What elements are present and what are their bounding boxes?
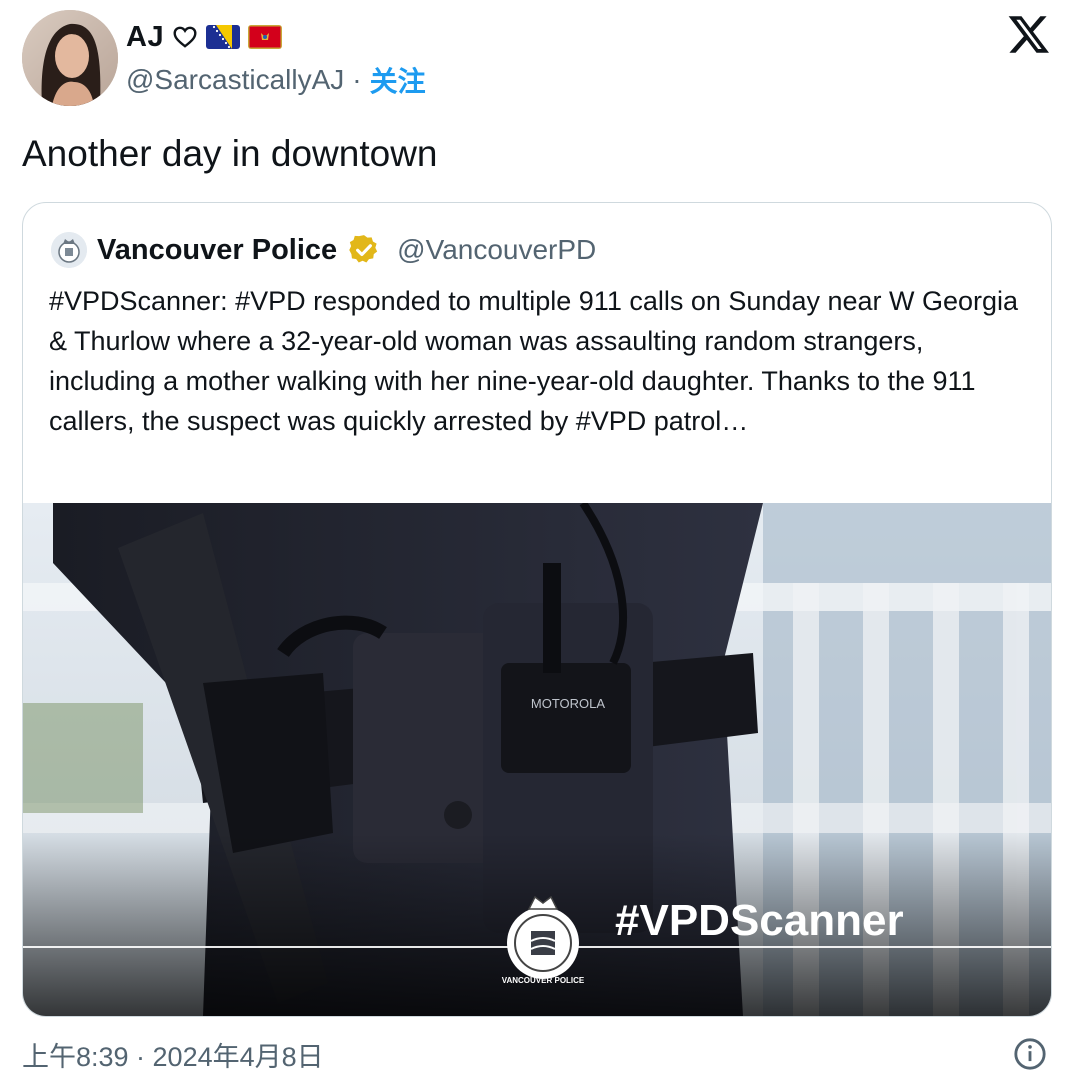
info-icon[interactable]: [1013, 1037, 1047, 1071]
author-display-name[interactable]: AJ: [126, 21, 164, 54]
verified-badge-icon: [349, 235, 378, 263]
quoted-tweet-image[interactable]: MOTOROLA VANCOUVER POLICE #VPDScanner: [23, 503, 1052, 1016]
x-logo-icon[interactable]: [1006, 12, 1052, 56]
heart-outline-icon: [173, 26, 197, 48]
author-name-row: AJ: [126, 18, 283, 56]
quoted-handle[interactable]: @VancouverPD: [397, 234, 596, 266]
montenegro-flag-icon: [248, 25, 283, 49]
vpdscanner-overlay-text: #VPDScanner: [615, 896, 904, 945]
quoted-display-name[interactable]: Vancouver Police: [97, 234, 337, 267]
author-avatar[interactable]: [22, 10, 118, 106]
author-handle[interactable]: @SarcasticallyAJ: [126, 64, 344, 96]
bosnia-flag-icon: [206, 25, 241, 49]
badge-ring-text: VANCOUVER POLICE: [502, 976, 585, 985]
radio-brand-label: MOTOROLA: [531, 696, 605, 711]
tweet-text: Another day in downtown: [22, 133, 438, 174]
follow-button[interactable]: 关注: [370, 60, 426, 100]
quoted-tweet-header: Vancouver Police @VancouverPD: [51, 227, 596, 273]
separator-dot: ·: [352, 64, 362, 95]
tweet-timestamp[interactable]: 上午8:39 · 2024年4月8日: [22, 1035, 324, 1074]
vancouver-police-avatar[interactable]: [51, 232, 87, 268]
quoted-tweet-text: #VPDScanner: #VPD responded to multiple …: [49, 286, 1019, 436]
avatar-image: [22, 10, 118, 106]
quoted-tweet-card[interactable]: Vancouver Police @VancouverPD #VPDScanne…: [22, 202, 1052, 1017]
author-handle-row: @SarcasticallyAJ · 关注: [126, 60, 426, 100]
